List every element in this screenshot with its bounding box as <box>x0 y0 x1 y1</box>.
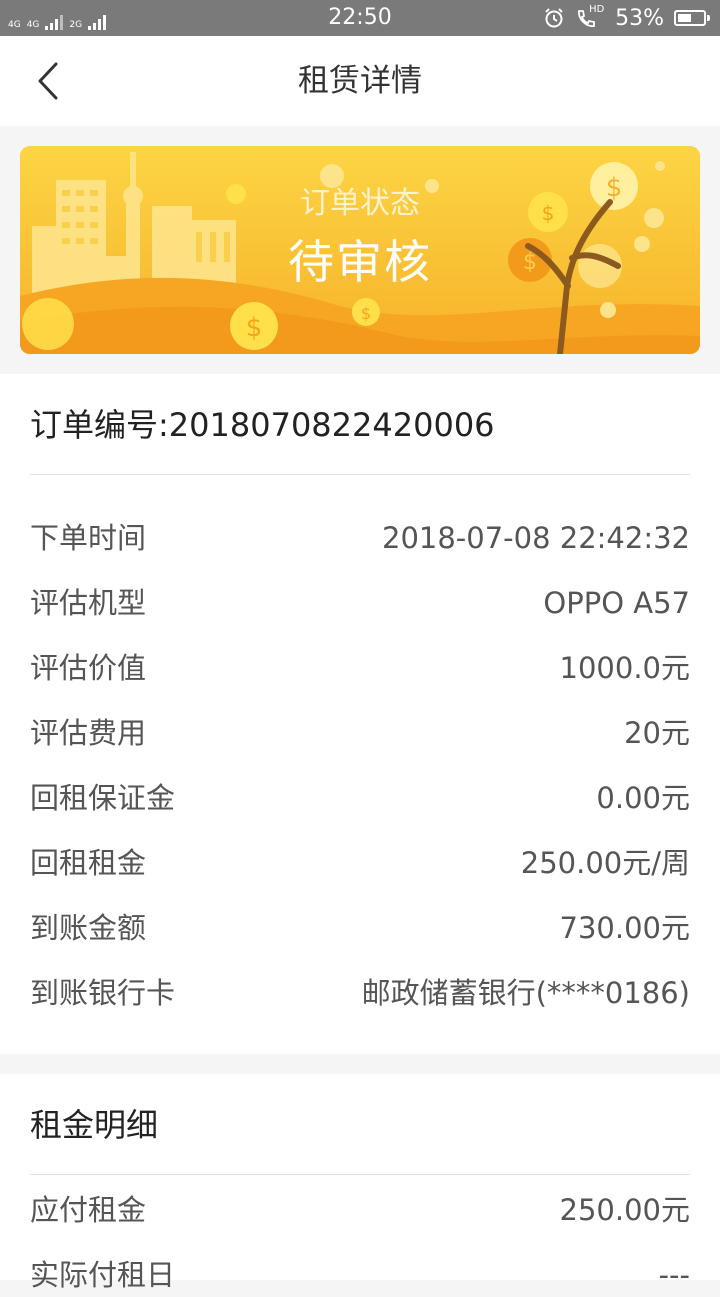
row-value: --- <box>658 1258 690 1292</box>
row-label: 应付租金 <box>30 1193 147 1227</box>
divider <box>30 1174 690 1175</box>
order-row-rent: 回租租金 250.00元/周 <box>30 841 690 885</box>
order-row-valuation: 评估价值 1000.0元 <box>30 646 690 690</box>
svg-text:$: $ <box>361 304 371 323</box>
battery-percent: 53% <box>615 5 664 31</box>
order-row-payout: 到账金额 730.00元 <box>30 906 690 950</box>
row-label: 到账金额 <box>30 911 147 945</box>
status-icons: HD 53% <box>543 4 710 32</box>
rent-row-payable: 应付租金 250.00元 <box>30 1188 690 1232</box>
svg-text:$: $ <box>246 313 263 343</box>
battery-icon <box>674 10 710 26</box>
divider <box>30 474 690 475</box>
rent-detail-card: 租金明细 应付租金 250.00元 实际付租日 --- <box>0 1074 720 1292</box>
row-value: 250.00元 <box>559 1193 690 1227</box>
order-row-bank-card: 到账银行卡 邮政储蓄银行(****0186) <box>30 971 690 1015</box>
order-row-fee: 评估费用 20元 <box>30 711 690 755</box>
order-number: 订单编号:2018070822420006 <box>30 406 495 444</box>
order-info-card: 订单编号:2018070822420006 下单时间 2018-07-08 22… <box>0 374 720 1054</box>
hd-label: HD <box>589 4 605 15</box>
rent-detail-title: 租金明细 <box>30 1106 159 1144</box>
order-status-label: 订单状态 <box>300 186 420 221</box>
banner-section: $ $ $ $ $ 订单状态 待审核 <box>0 126 720 374</box>
row-label: 回租租金 <box>30 846 147 880</box>
order-row-time: 下单时间 2018-07-08 22:42:32 <box>30 516 690 560</box>
navigation-bar: 租赁详情 <box>0 36 720 126</box>
row-value: 250.00元/周 <box>520 846 690 880</box>
page-title: 租赁详情 <box>298 63 422 99</box>
alarm-icon <box>545 8 563 28</box>
row-label: 到账银行卡 <box>30 976 176 1010</box>
order-status-value: 待审核 <box>288 235 432 289</box>
row-label: 回租保证金 <box>30 781 176 815</box>
row-value: 20元 <box>624 716 690 750</box>
row-value: 1000.0元 <box>559 651 690 685</box>
row-label: 评估机型 <box>30 586 147 620</box>
row-label: 评估费用 <box>30 716 147 750</box>
rent-row-pay-date: 实际付租日 --- <box>30 1253 690 1297</box>
row-label: 评估价值 <box>30 651 147 685</box>
row-value: 2018-07-08 22:42:32 <box>382 521 690 555</box>
order-row-model: 评估机型 OPPO A57 <box>30 581 690 625</box>
row-value: 0.00元 <box>596 781 690 815</box>
row-label: 下单时间 <box>30 521 147 555</box>
row-value: 730.00元 <box>559 911 690 945</box>
order-row-deposit: 回租保证金 0.00元 <box>30 776 690 820</box>
row-value: OPPO A57 <box>543 586 690 620</box>
row-label: 实际付租日 <box>30 1258 176 1292</box>
order-status-banner: $ $ $ $ $ 订单状态 待审核 <box>20 146 700 354</box>
hd-call-icon: HD <box>575 4 605 30</box>
status-bar: 4G 4G 2G 22:50 HD 53% <box>0 0 720 36</box>
row-value: 邮政储蓄银行(****0186) <box>361 976 690 1010</box>
